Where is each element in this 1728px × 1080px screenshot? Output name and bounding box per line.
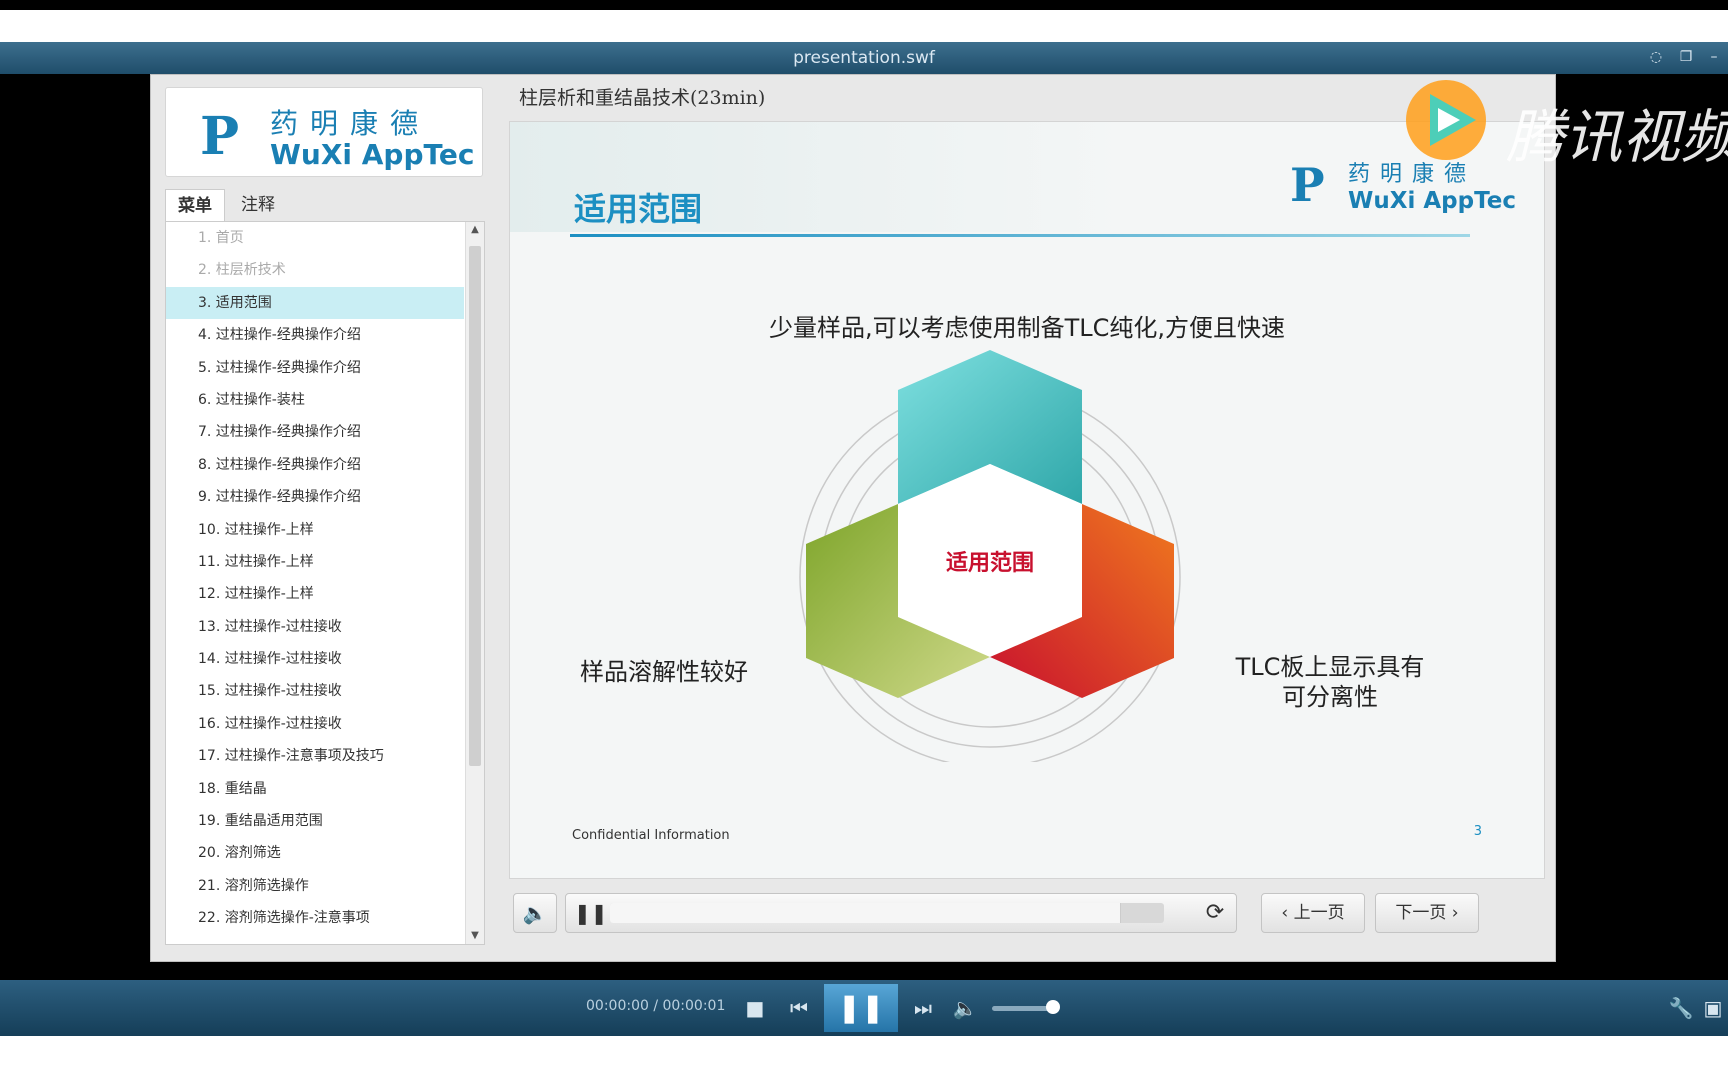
slide-menu: 1. 首页 2. 柱层析技术 3. 适用范围 4. 过柱操作-经典操作介绍 5. 过柱操… (165, 221, 485, 945)
menu-item[interactable]: 17. 过柱操作-注意事项及技巧 (166, 740, 464, 772)
minimize-icon[interactable]: – (1706, 49, 1722, 65)
prev-page-button[interactable]: ‹ 上一页 (1261, 893, 1365, 933)
menu-item[interactable]: 4. 过柱操作-经典操作介绍 (166, 319, 464, 351)
scroll-thumb[interactable] (469, 246, 481, 766)
menu-item[interactable]: 8. 过柱操作-经典操作介绍 (166, 449, 464, 481)
next-page-button[interactable]: 下一页 › (1375, 893, 1479, 933)
menu-item[interactable]: 19. 重结晶适用范围 (166, 805, 464, 837)
menu-item[interactable]: 14. 过柱操作-过柱接收 (166, 643, 464, 675)
menu-item[interactable]: 20. 溶剂筛选 (166, 837, 464, 869)
slide-heading: 适用范围 (574, 190, 703, 228)
menu-item[interactable]: 2. 柱层析技术 (166, 254, 464, 286)
menu-item[interactable]: 6. 过柱操作-装柱 (166, 384, 464, 416)
next-track-icon[interactable]: ⏭ (910, 994, 936, 1022)
confidential-note: Confidential Information (572, 828, 730, 843)
pause-button[interactable]: ❚❚ (574, 902, 608, 924)
menu-item[interactable]: 12. 过柱操作-上样 (166, 578, 464, 610)
top-strip (0, 10, 1728, 42)
feedback-icon[interactable]: ◌ (1648, 49, 1664, 65)
slide-logo-english: WuXi AppTec (1348, 188, 1516, 214)
player-control-bar: 00:00:00 / 00:00:01 ■ ⏮ ❚❚ ⏭ 🔈 🔧 ▣ (0, 980, 1728, 1036)
menu-item[interactable]: 9. 过柱操作-经典操作介绍 (166, 481, 464, 513)
progress-fill (610, 903, 1121, 923)
settings-wrench-icon[interactable]: 🔧 (1668, 994, 1694, 1022)
menu-item[interactable]: 7. 过柱操作-经典操作介绍 (166, 416, 464, 448)
volume-icon[interactable]: 🔈 (952, 994, 978, 1022)
heading-underline (570, 234, 1470, 237)
menu-item[interactable]: 13. 过柱操作-过柱接收 (166, 611, 464, 643)
menu-item[interactable]: 15. 过柱操作-过柱接收 (166, 675, 464, 707)
bottom-strip (0, 1036, 1728, 1080)
speaker-icon: 🔈 (522, 901, 548, 925)
menu-list: 1. 首页 2. 柱层析技术 3. 适用范围 4. 过柱操作-经典操作介绍 5. 过柱操… (166, 222, 464, 935)
sidebar-tabs: 菜单 注释 (165, 189, 481, 222)
playback-bar: ❚❚ ⟳ (565, 893, 1237, 933)
replay-button[interactable]: ⟳ (1202, 900, 1228, 926)
menu-scrollbar[interactable]: ▲ ▼ (465, 222, 484, 944)
menu-item[interactable]: 5. 过柱操作-经典操作介绍 (166, 352, 464, 384)
watermark-text: 腾讯视频 (1506, 103, 1728, 171)
label-separability: TLC板上显示具有可分离性 (1235, 653, 1425, 711)
progress-track[interactable] (610, 903, 1164, 923)
tencent-video-logo-icon (1406, 80, 1486, 160)
play-pause-button[interactable]: ❚❚ (824, 984, 898, 1032)
menu-item[interactable]: 21. 溶剂筛选操作 (166, 870, 464, 902)
previous-track-icon[interactable]: ⏮ (786, 994, 812, 1022)
menu-item[interactable]: 18. 重结晶 (166, 773, 464, 805)
tab-menu[interactable]: 菜单 (165, 189, 225, 222)
restore-icon[interactable]: ❐ (1678, 49, 1694, 65)
course-title: 柱层析和重结晶技术(23min) (519, 87, 766, 109)
volume-knob[interactable] (1046, 1000, 1060, 1014)
slide-logo-mark: P (1290, 158, 1325, 212)
timecode: 00:00:00 / 00:00:01 (586, 998, 726, 1014)
scroll-up-icon[interactable]: ▲ (466, 222, 484, 238)
mute-button[interactable]: 🔈 (513, 893, 557, 933)
scroll-down-icon[interactable]: ▼ (466, 928, 484, 944)
slide-page-number: 3 (1473, 824, 1482, 839)
stop-icon[interactable]: ■ (742, 994, 768, 1022)
label-solubility: 样品溶解性较好 (580, 658, 748, 686)
sidebar-logo: P 药明康德 WuXi AppTec (165, 87, 483, 177)
volume-slider[interactable] (992, 1006, 1052, 1011)
menu-item[interactable]: 11. 过柱操作-上样 (166, 546, 464, 578)
window-title: presentation.swf (793, 48, 935, 68)
center-label: 适用范围 (946, 551, 1034, 576)
window-titlebar: presentation.swf ◌ ❐ – (0, 42, 1728, 74)
logo-english: WuXi AppTec (270, 138, 475, 171)
three-segment-diagram: 适用范围 (799, 350, 1181, 762)
logo-mark: P (200, 106, 240, 167)
tab-notes[interactable]: 注释 (229, 189, 287, 221)
slide-canvas: 适用范围 P 药明康德 WuXi AppTec 少量样品,可以考虑使用制备TLC… (509, 121, 1545, 879)
menu-item[interactable]: 1. 首页 (166, 222, 464, 254)
logo-chinese: 药明康德 (270, 107, 431, 140)
toolbox-icon[interactable]: ▣ (1700, 994, 1726, 1022)
menu-item[interactable]: 16. 过柱操作-过柱接收 (166, 708, 464, 740)
menu-item[interactable]: 3. 适用范围 (166, 286, 464, 320)
presentation-stage: P 药明康德 WuXi AppTec 菜单 注释 1. 首页 2. 柱层析技术 3.… (150, 74, 1556, 962)
menu-item[interactable]: 10. 过柱操作-上样 (166, 514, 464, 546)
menu-item[interactable]: 22. 溶剂筛选操作-注意事项 (166, 902, 464, 934)
